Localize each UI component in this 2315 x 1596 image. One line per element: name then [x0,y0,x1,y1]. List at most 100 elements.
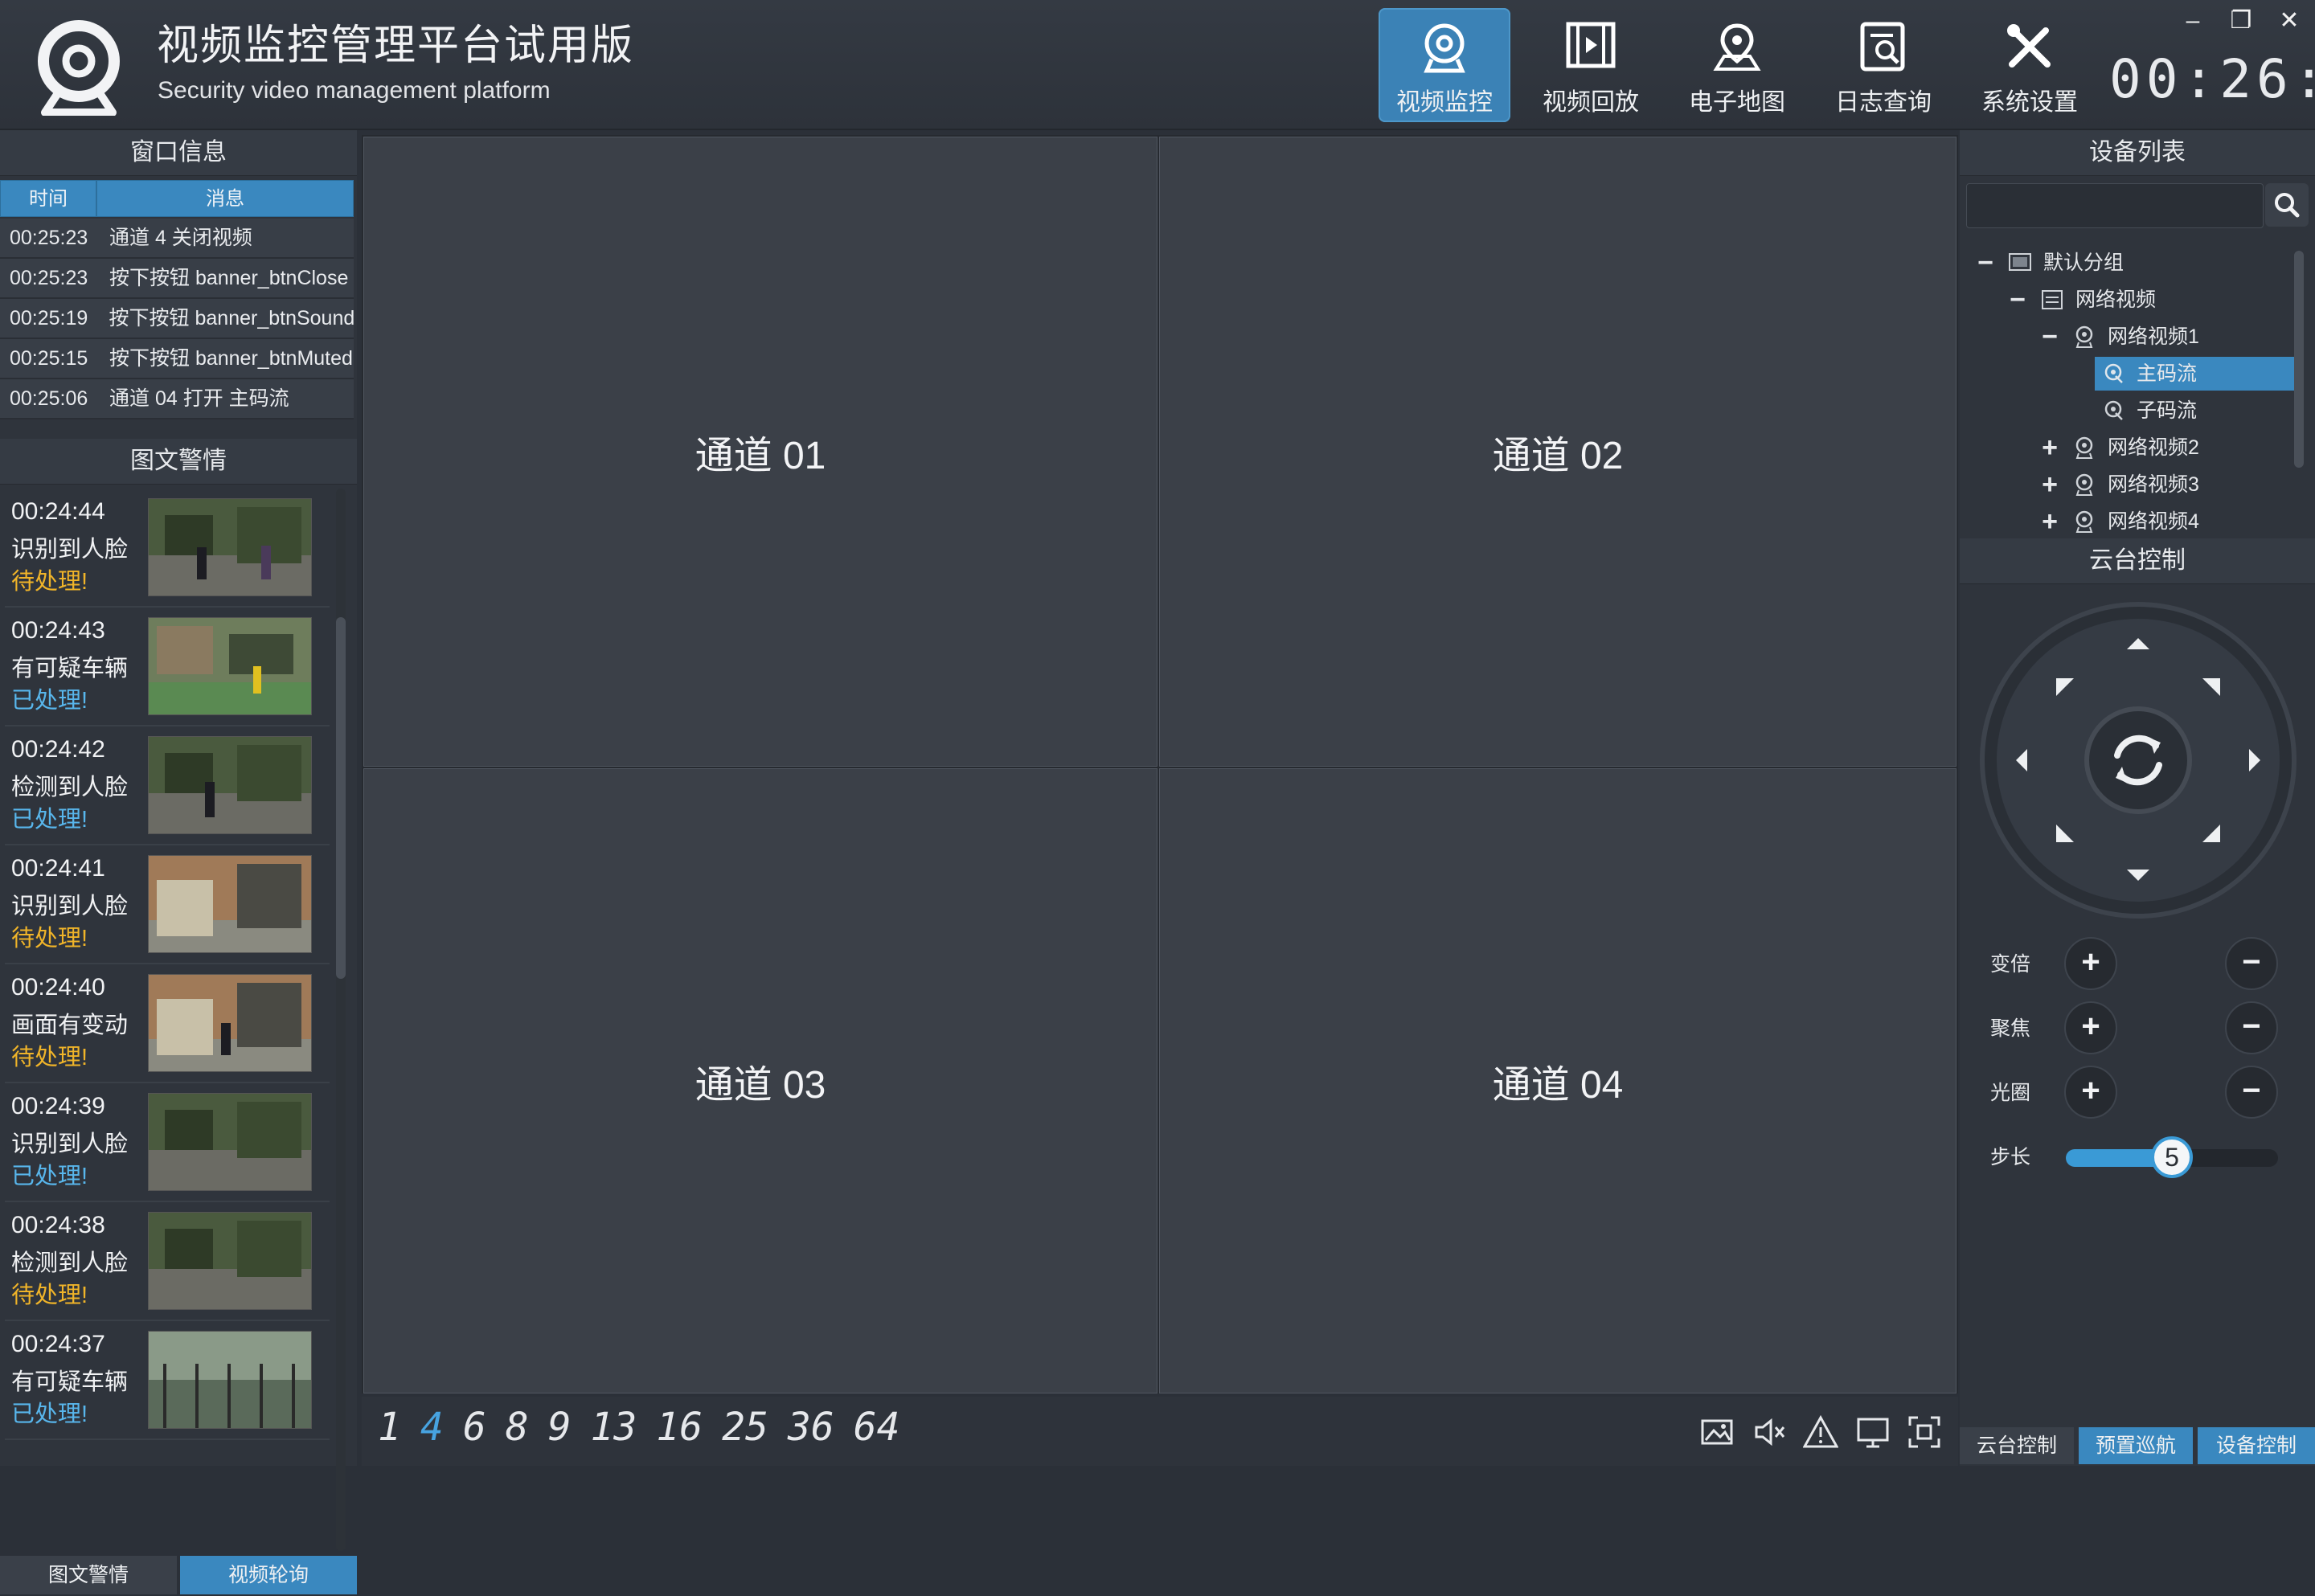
tree-label: 网络视频4 [2108,510,2199,533]
ptz-title: 云台控制 [1960,538,2315,584]
tree-node-network-video-2[interactable]: + 网络视频2 [2040,431,2281,464]
col-time[interactable]: 时间 [0,180,96,217]
monitor-icon[interactable] [1855,1414,1891,1450]
app-title: 视频监控管理平台试用版 [157,23,635,69]
layout-13[interactable]: 13 [591,1405,637,1450]
channel-02[interactable]: 通道 02 [1159,137,1956,767]
table-row[interactable]: 00:25:19 按下按钮 banner_btnSound [0,299,354,339]
layout-25[interactable]: 25 [722,1405,768,1450]
channel-04[interactable]: 通道 04 [1159,768,1956,1393]
tab-video-polling[interactable]: 视频轮询 [180,1556,357,1594]
zoom-out-button[interactable]: − [2225,937,2278,990]
layout-36[interactable]: 36 [788,1405,834,1450]
minimize-icon[interactable]: – [2177,5,2209,37]
col-message[interactable]: 消息 [96,180,354,217]
table-row[interactable]: 00:25:23 通道 4 关闭视频 [0,219,354,259]
tree-node-sub-stream[interactable]: 子码流 [2095,394,2294,428]
alarm-item[interactable]: 00:24:41 识别到人脸 待处理! [5,845,330,964]
layout-1[interactable]: 1 [378,1405,401,1450]
layout-6[interactable]: 6 [463,1405,486,1450]
tab-ptz-control[interactable]: 云台控制 [1960,1427,2074,1464]
alarm-scrollbar[interactable] [336,489,346,1551]
snapshot-icon[interactable] [1699,1414,1735,1450]
channel-03[interactable]: 通道 03 [363,768,1158,1393]
alarm-item[interactable]: 00:24:42 检测到人脸 已处理! [5,726,330,845]
alarm-snapshot[interactable] [148,855,312,953]
alarm-item[interactable]: 00:24:44 识别到人脸 待处理! [5,489,330,608]
channel-01[interactable]: 通道 01 [363,137,1158,767]
tab-preset-cruise[interactable]: 预置巡航 [2079,1427,2193,1464]
tab-alarm[interactable]: 图文警情 [0,1556,177,1594]
focus-in-button[interactable]: + [2064,1001,2117,1054]
nav-label: 视频回放 [1543,89,1639,116]
left-panel: 窗口信息 时间 消息 00:25:23 通道 4 关闭视频 00:25:23 按下按… [0,130,357,1594]
table-row[interactable]: 00:25:23 按下按钮 banner_btnClose [0,259,354,299]
search-button[interactable] [2265,183,2309,227]
device-tree-scrollbar[interactable] [2294,251,2304,468]
log-message: 通道 04 打开 主码流 [109,387,289,410]
layout-16[interactable]: 16 [656,1405,703,1450]
alarm-snapshot[interactable] [148,974,312,1072]
alarm-item[interactable]: 00:24:37 有可疑车辆 已处理! [5,1321,330,1440]
alarm-warning-icon[interactable] [1802,1414,1839,1450]
group-icon [2009,253,2031,271]
alarm-snapshot[interactable] [148,1331,312,1429]
collapse-toggle[interactable]: − [1976,246,1995,280]
step-slider[interactable]: 5 [2066,1136,2278,1178]
layout-selector: 1 4 6 8 9 13 16 25 36 64 [378,1405,920,1450]
window-info-title: 窗口信息 [0,130,357,176]
tree-node-network-video-3[interactable]: + 网络视频3 [2040,468,2281,501]
right-tabs: 云台控制 预置巡航 设备控制 [1960,1426,2315,1466]
device-search-input[interactable] [1966,183,2264,228]
expand-toggle[interactable]: + [2040,431,2059,464]
scrollbar-thumb[interactable] [336,617,346,979]
mute-icon[interactable] [1752,1414,1787,1450]
ptz-direction-pad[interactable] [1977,600,2299,921]
alarm-item[interactable]: 00:24:39 识别到人脸 已处理! [5,1083,330,1202]
iris-open-button[interactable]: + [2064,1066,2117,1119]
iris-close-button[interactable]: − [2225,1066,2278,1119]
nav-log-query[interactable]: 日志查询 [1817,8,1949,122]
alarm-snapshot[interactable] [148,617,312,715]
focus-out-button[interactable]: − [2225,1001,2278,1054]
device-list-title: 设备列表 [1960,130,2315,176]
alarm-item[interactable]: 00:24:43 有可疑车辆 已处理! [5,608,330,726]
tree-node-default-group[interactable]: − 默认分组 [1976,246,2281,280]
layout-8[interactable]: 8 [506,1405,529,1450]
nav-electronic-map[interactable]: 电子地图 [1671,8,1803,122]
alarm-item[interactable]: 00:24:40 画面有变动 待处理! [5,964,330,1083]
tree-label: 主码流 [2137,362,2198,385]
layout-4[interactable]: 4 [420,1405,444,1450]
tab-device-control[interactable]: 设备控制 [2198,1427,2315,1464]
tree-node-network-video-1[interactable]: − 网络视频1 [2040,320,2281,354]
restore-icon[interactable]: ❐ [2225,5,2257,37]
expand-toggle[interactable]: + [2040,468,2059,501]
alarm-snapshot[interactable] [148,1093,312,1191]
alarm-snapshot[interactable] [148,736,312,834]
collapse-toggle[interactable]: − [2040,320,2059,354]
tree-node-network-video[interactable]: − 网络视频 [2008,283,2281,317]
alarm-snapshot[interactable] [148,498,312,596]
layout-64[interactable]: 64 [854,1405,900,1450]
fullscreen-icon[interactable] [1907,1414,1942,1450]
nav-video-playback[interactable]: 视频回放 [1525,8,1657,122]
camera-icon [2075,473,2093,496]
table-row[interactable]: 00:25:15 按下按钮 banner_btnMuted [0,339,354,379]
zoom-in-button[interactable]: + [2064,937,2117,990]
tree-node-network-video-4[interactable]: + 网络视频4 [2040,505,2281,538]
alarm-list: 00:24:44 识别到人脸 待处理! 00:24:43 有可疑车辆 已处理! … [5,489,330,1551]
expand-toggle[interactable]: + [2040,505,2059,538]
table-row[interactable]: 00:25:06 通道 04 打开 主码流 [0,379,354,419]
nav-video-monitor[interactable]: 视频监控 [1379,8,1510,122]
layout-9[interactable]: 9 [548,1405,572,1450]
tree-label: 网络视频1 [2108,325,2199,348]
alarm-time: 00:24:41 [11,855,105,882]
close-icon[interactable]: ✕ [2273,5,2305,37]
tree-node-main-stream[interactable]: 主码流 [2095,357,2294,391]
nav-system-settings[interactable]: 系统设置 [1964,8,2096,122]
step-slider-handle[interactable]: 5 [2151,1136,2193,1178]
alarm-time: 00:24:37 [11,1331,105,1357]
alarm-snapshot[interactable] [148,1212,312,1310]
collapse-toggle[interactable]: − [2008,283,2027,317]
alarm-item[interactable]: 00:24:38 检测到人脸 待处理! [5,1202,330,1321]
